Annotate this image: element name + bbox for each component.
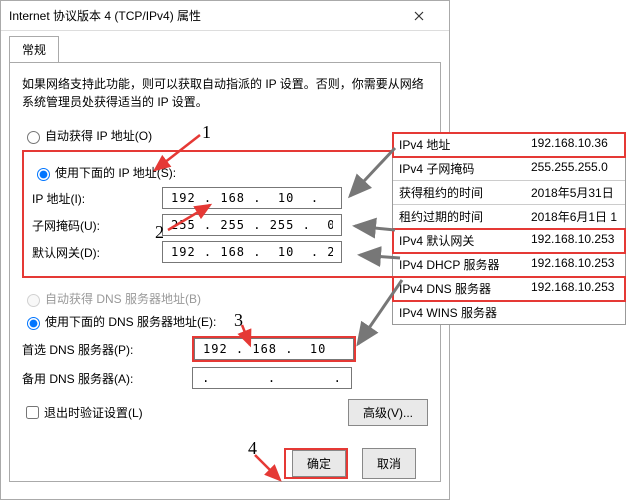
table-value <box>525 301 625 324</box>
table-row: IPv4 地址192.168.10.36 <box>393 133 625 157</box>
close-icon[interactable] <box>396 1 441 31</box>
table-key: IPv4 默认网关 <box>393 229 525 252</box>
dns-auto-label: 自动获得 DNS 服务器地址(B) <box>45 290 201 307</box>
table-key: IPv4 地址 <box>393 133 525 156</box>
ipv4-properties-window: Internet 协议版本 4 (TCP/IPv4) 属性 常规 如果网络支持此… <box>0 0 450 500</box>
dns-auto-radio <box>27 294 40 307</box>
table-value: 192.168.10.253 <box>525 229 625 252</box>
dns-auto-row: 自动获得 DNS 服务器地址(B) <box>22 290 428 307</box>
ok-button-label: 确定 <box>307 457 331 471</box>
dns-alt-input[interactable] <box>192 367 352 389</box>
subnet-label: 子网掩码(U): <box>32 217 162 234</box>
ip-auto-row[interactable]: 自动获得 IP 地址(O) <box>22 127 428 144</box>
window-title: Internet 协议版本 4 (TCP/IPv4) 属性 <box>9 7 396 24</box>
cancel-button[interactable]: 取消 <box>362 448 416 479</box>
gateway-label: 默认网关(D): <box>32 244 162 261</box>
dns-manual-radio[interactable] <box>27 317 40 330</box>
table-row: IPv4 WINS 服务器 <box>393 301 625 324</box>
table-row: 获得租约的时间2018年5月31日 <box>393 181 625 205</box>
table-value: 192.168.10.253 <box>525 277 625 300</box>
table-key: IPv4 DHCP 服务器 <box>393 253 525 276</box>
table-value: 192.168.10.36 <box>525 133 625 156</box>
dns-alt-label: 备用 DNS 服务器(A): <box>22 370 192 387</box>
ip-manual-label: 使用下面的 IP 地址(S): <box>55 164 176 181</box>
subnet-input[interactable] <box>162 214 342 236</box>
table-row: IPv4 DHCP 服务器192.168.10.253 <box>393 253 625 277</box>
titlebar: Internet 协议版本 4 (TCP/IPv4) 属性 <box>1 1 449 31</box>
validate-checkbox[interactable] <box>26 406 39 419</box>
footer-row: 退出时验证设置(L) 高级(V)... <box>22 399 428 426</box>
advanced-button[interactable]: 高级(V)... <box>348 399 428 426</box>
table-row: IPv4 DNS 服务器192.168.10.253 <box>393 277 625 301</box>
validate-checkbox-row[interactable]: 退出时验证设置(L) <box>22 403 342 422</box>
cancel-button-label: 取消 <box>377 457 401 471</box>
ok-cancel-row: 确定 取消 <box>284 448 416 479</box>
ip-manual-radio[interactable] <box>37 168 50 181</box>
table-value: 2018年5月31日 <box>525 181 625 204</box>
description-text: 如果网络支持此功能，则可以获取自动指派的 IP 设置。否则，你需要从网络系统管理… <box>22 75 428 111</box>
ip-manual-group: 使用下面的 IP 地址(S): IP 地址(I): 子网掩码(U): 默认网关(… <box>22 150 428 278</box>
advanced-button-label: 高级(V)... <box>363 406 413 420</box>
ip-auto-label: 自动获得 IP 地址(O) <box>45 127 152 144</box>
gateway-input[interactable] <box>162 241 342 263</box>
table-row: IPv4 默认网关192.168.10.253 <box>393 229 625 253</box>
dns-manual-row[interactable]: 使用下面的 DNS 服务器地址(E): <box>22 313 428 330</box>
dns-primary-input[interactable] <box>194 338 354 360</box>
dns-group: 首选 DNS 服务器(P): 备用 DNS 服务器(A): <box>22 336 428 389</box>
table-key: IPv4 WINS 服务器 <box>393 301 525 324</box>
ok-button[interactable]: 确定 <box>292 450 346 477</box>
ip-auto-radio[interactable] <box>27 131 40 144</box>
table-value: 192.168.10.253 <box>525 253 625 276</box>
tabs: 常规 <box>1 31 449 62</box>
table-key: 获得租约的时间 <box>393 181 525 204</box>
table-row: IPv4 子网掩码255.255.255.0 <box>393 157 625 181</box>
ip-address-label: IP 地址(I): <box>32 190 162 207</box>
table-row: 租约过期的时间2018年6月1日 1 <box>393 205 625 229</box>
table-value: 2018年6月1日 1 <box>525 205 625 228</box>
ip-manual-row[interactable]: 使用下面的 IP 地址(S): <box>32 164 418 181</box>
tab-body: 如果网络支持此功能，则可以获取自动指派的 IP 设置。否则，你需要从网络系统管理… <box>9 62 441 482</box>
tab-general[interactable]: 常规 <box>9 36 59 63</box>
table-value: 255.255.255.0 <box>525 157 625 180</box>
table-key: 租约过期的时间 <box>393 205 525 228</box>
table-key: IPv4 子网掩码 <box>393 157 525 180</box>
tab-general-label: 常规 <box>22 43 46 57</box>
ip-address-input[interactable] <box>162 187 342 209</box>
dns-manual-label: 使用下面的 DNS 服务器地址(E): <box>45 313 216 330</box>
table-key: IPv4 DNS 服务器 <box>393 277 525 300</box>
dns-primary-label: 首选 DNS 服务器(P): <box>22 341 192 358</box>
network-info-table: IPv4 地址192.168.10.36IPv4 子网掩码255.255.255… <box>392 132 626 325</box>
validate-label: 退出时验证设置(L) <box>44 404 143 421</box>
